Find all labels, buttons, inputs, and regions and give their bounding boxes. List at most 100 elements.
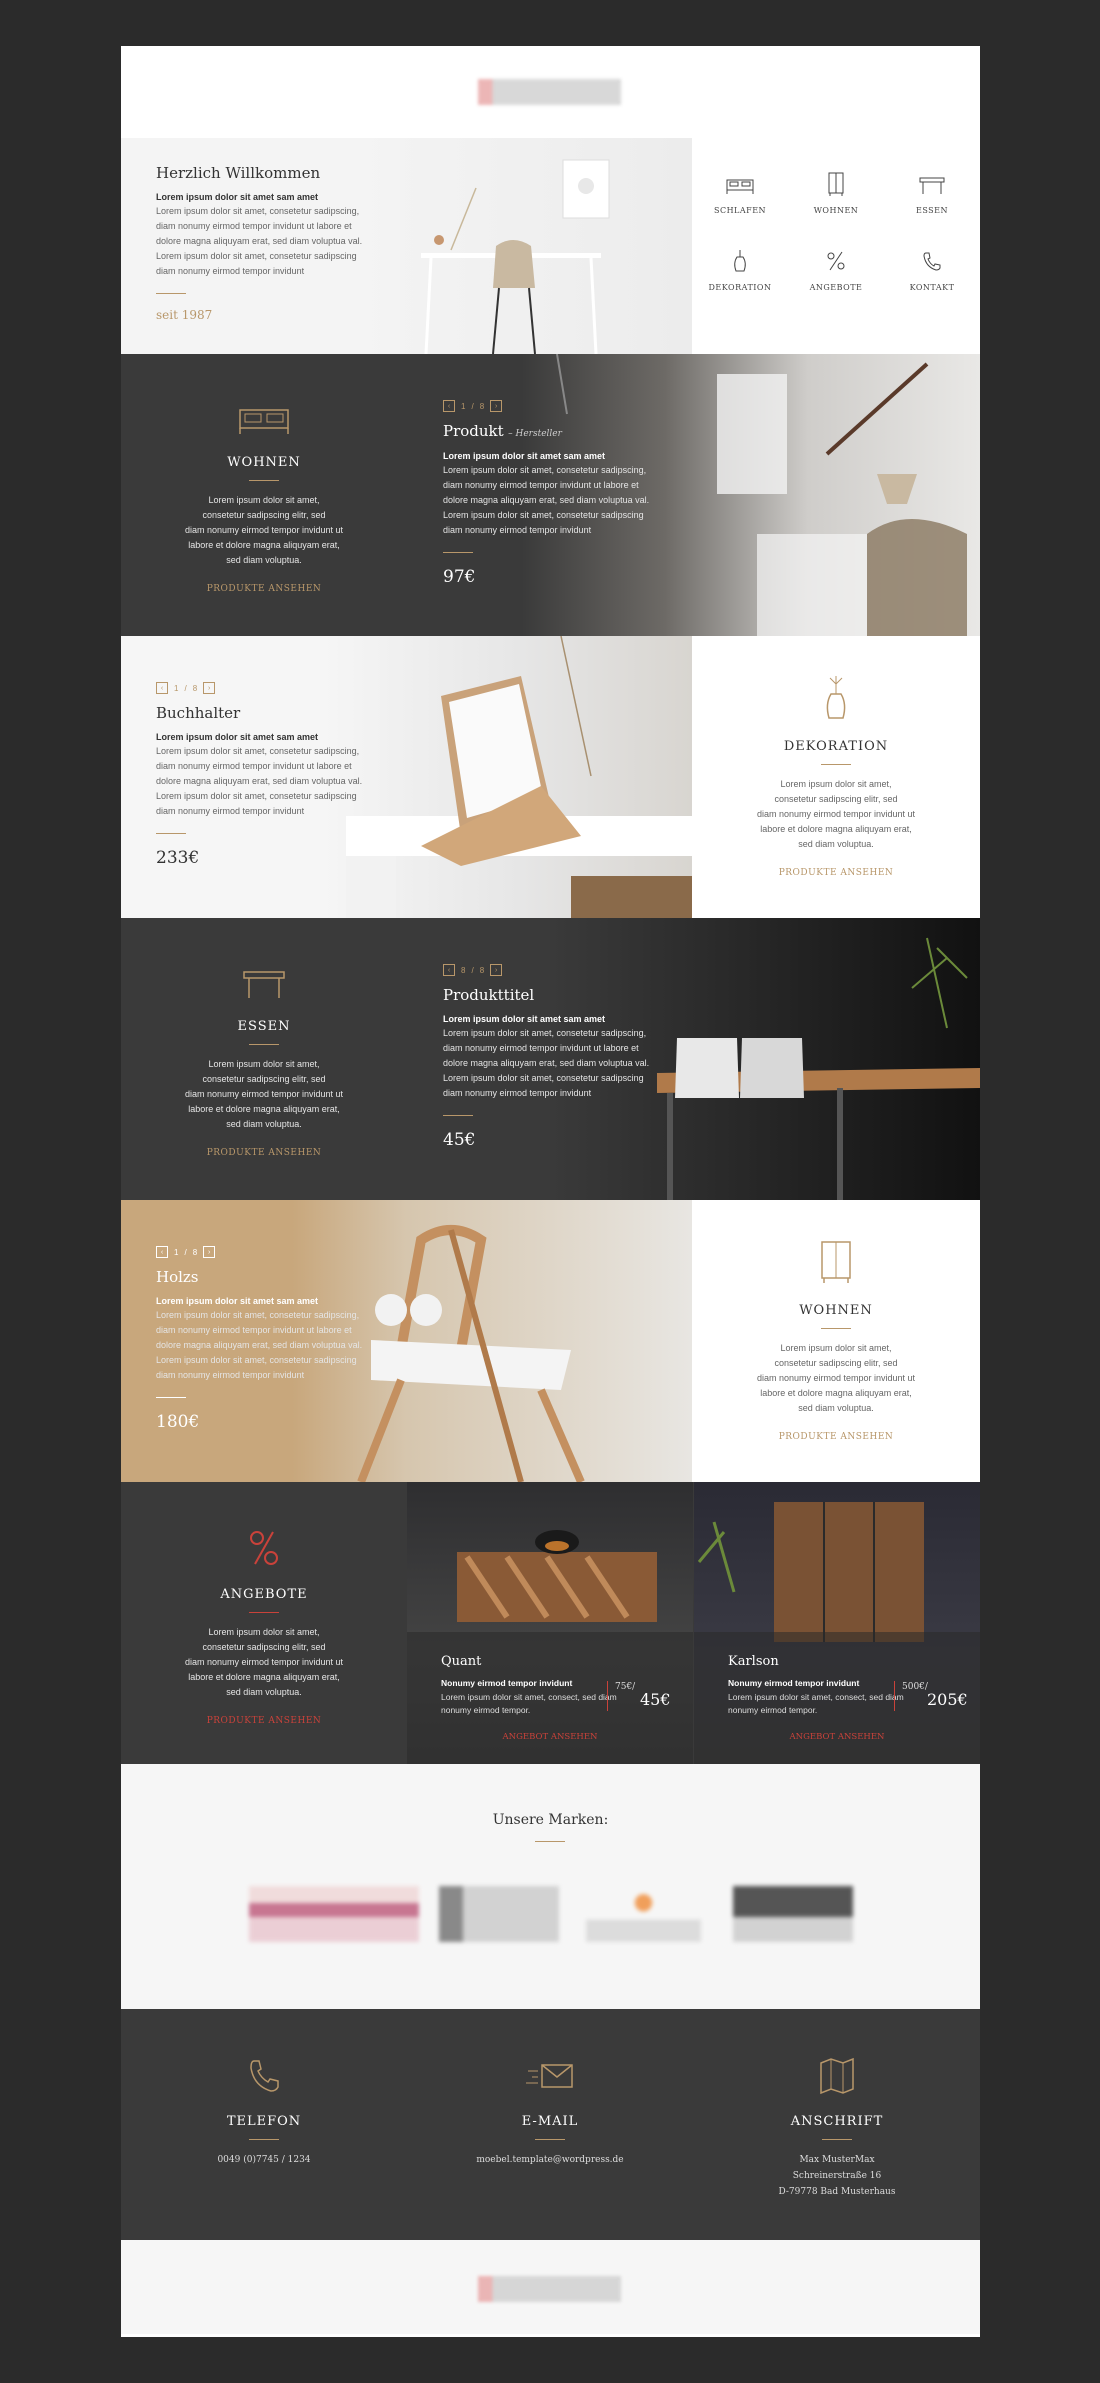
email-address[interactable]: moebel.template@wordpress.de bbox=[407, 2152, 693, 2168]
nav-item-dekoration[interactable]: DEKORATION bbox=[692, 249, 788, 292]
prev-arrow-icon[interactable]: ‹ bbox=[443, 964, 455, 976]
offer-card-quant[interactable]: Quant Nonumy eirmod tempor invidunt Lore… bbox=[407, 1482, 693, 1764]
text-line: dolore magna aliquyam erat, sed diam vol… bbox=[443, 1058, 650, 1068]
divider bbox=[249, 1044, 279, 1045]
category-body: Lorem ipsum dolor sit amet, consetetur sa… bbox=[741, 1341, 931, 1416]
text-line: Lorem ipsum dolor sit amet, consetetur s… bbox=[156, 206, 360, 216]
offer-body: Lorem ipsum dolor sit amet, consect, sed… bbox=[441, 1692, 617, 1715]
text-line: diam nonumy eirmod tempor invidunt ut la… bbox=[156, 221, 352, 231]
next-arrow-icon[interactable]: › bbox=[490, 400, 503, 412]
brand-logo-2[interactable] bbox=[439, 1886, 559, 1942]
category-title: ESSEN bbox=[237, 1019, 291, 1034]
text-line: diam nonumy eirmod tempor invidunt bbox=[156, 806, 305, 816]
prev-arrow-icon[interactable]: ‹ bbox=[156, 1246, 168, 1258]
divider bbox=[821, 1328, 851, 1329]
text-line: diam nonumy eirmod tempor invidunt bbox=[443, 525, 592, 535]
product-row-3: ESSEN Lorem ipsum dolor sit amet, consete… bbox=[121, 918, 980, 1200]
prev-arrow-icon[interactable]: ‹ bbox=[156, 682, 168, 694]
welcome-text: Herzlich Willkommen Lorem ipsum dolor si… bbox=[156, 164, 386, 322]
text-line: consetetur sadipscing elitr, sed bbox=[774, 1358, 898, 1368]
divider bbox=[249, 2139, 279, 2140]
table-icon bbox=[243, 971, 285, 998]
divider bbox=[822, 2139, 852, 2140]
divider bbox=[535, 1841, 565, 1842]
category-block-wohnen-2: WOHNEN Lorem ipsum dolor sit amet, conset… bbox=[692, 1240, 980, 1442]
page-total: 8 bbox=[479, 965, 485, 975]
nav-item-wohnen[interactable]: WOHNEN bbox=[788, 172, 884, 215]
wardrobe-icon bbox=[821, 1241, 851, 1283]
footer-logo[interactable] bbox=[478, 2276, 621, 2302]
category-block-essen: ESSEN Lorem ipsum dolor sit amet, consete… bbox=[121, 966, 407, 1158]
next-arrow-icon[interactable]: › bbox=[203, 682, 216, 694]
products-link[interactable]: PRODUKTE ANSEHEN bbox=[121, 1716, 407, 1726]
nav-item-angebote[interactable]: ANGEBOTE bbox=[788, 249, 884, 292]
category-block-dekoration: DEKORATION Lorem ipsum dolor sit amet, co… bbox=[692, 674, 980, 878]
text-line: sed diam voluptua. bbox=[226, 1119, 302, 1129]
product-lead: Lorem ipsum dolor sit amet sam amet bbox=[443, 451, 606, 461]
products-link[interactable]: PRODUKTE ANSEHEN bbox=[692, 868, 980, 878]
page-current: 1 bbox=[174, 683, 179, 693]
brand-logo-3[interactable] bbox=[586, 1886, 701, 1942]
next-arrow-icon[interactable]: › bbox=[490, 964, 503, 976]
product-price: 233€ bbox=[156, 848, 200, 868]
product-body: Lorem ipsum dolor sit amet, consetetur s… bbox=[156, 744, 386, 819]
offer-link[interactable]: ANGEBOT ANSEHEN bbox=[694, 1732, 980, 1742]
category-title: DEKORATION bbox=[783, 739, 889, 754]
product-info: ‹ 1/8 › Buchhalter Lorem ipsum dolor sit… bbox=[156, 682, 386, 868]
welcome-lead: Lorem ipsum dolor sit amet sam amet bbox=[156, 192, 319, 202]
text-line: consetetur sadipscing elitr, sed bbox=[202, 510, 326, 520]
new-price: 205€ bbox=[927, 1690, 968, 1709]
next-arrow-icon[interactable]: › bbox=[203, 1246, 216, 1258]
address-line: Schreinerstraße 16 bbox=[792, 2171, 882, 2181]
brand-logo-1[interactable] bbox=[249, 1886, 419, 1942]
offer-lead: Nonumy eirmod tempor invidunt bbox=[728, 1678, 860, 1688]
product-row-1: WOHNEN Lorem ipsum dolor sit amet, conset… bbox=[121, 354, 980, 636]
nav-item-schlafen[interactable]: SCHLAFEN bbox=[692, 172, 788, 215]
address-line: Max MusterMax bbox=[799, 2155, 875, 2165]
nav-item-kontakt[interactable]: KONTAKT bbox=[884, 249, 980, 292]
category-body: Lorem ipsum dolor sit amet, consetetur sa… bbox=[741, 777, 931, 852]
product-title: Holzs bbox=[156, 1268, 199, 1286]
product-body: Lorem ipsum dolor sit amet, consetetur s… bbox=[443, 463, 683, 538]
offer-link[interactable]: ANGEBOT ANSEHEN bbox=[407, 1732, 693, 1742]
product-info: ‹ 1/8 › Produkt – Hersteller Lorem ipsum… bbox=[443, 400, 683, 587]
page-total: 8 bbox=[192, 1247, 198, 1257]
divider bbox=[894, 1681, 895, 1711]
text-line: Lorem ipsum dolor sit amet, consetetur s… bbox=[156, 1355, 357, 1365]
product-body: Lorem ipsum dolor sit amet, consetetur s… bbox=[156, 1308, 386, 1383]
site-header bbox=[121, 46, 980, 138]
contact-section: TELEFON 0049 (0)7745 / 1234 E-MAIL moebe… bbox=[121, 2009, 980, 2240]
page-current: 1 bbox=[461, 401, 466, 411]
contact-title: E-MAIL bbox=[521, 2114, 579, 2129]
welcome-title: Herzlich Willkommen bbox=[156, 164, 321, 182]
brand-logo[interactable] bbox=[478, 79, 621, 105]
page-current: 1 bbox=[174, 1247, 179, 1257]
text-line: Lorem ipsum dolor sit amet, consetetur s… bbox=[443, 510, 644, 520]
text-line: consetetur sadipscing elitr, sed bbox=[774, 794, 898, 804]
text-line: dolore magna aliquyam erat, sed diam vol… bbox=[156, 236, 363, 246]
text-line: diam nonumy eirmod tempor invidunt ut bbox=[184, 1089, 344, 1099]
brand-logo-4[interactable] bbox=[733, 1886, 853, 1942]
divider bbox=[249, 480, 279, 481]
category-title: WOHNEN bbox=[799, 1303, 873, 1318]
products-link[interactable]: PRODUKTE ANSEHEN bbox=[692, 1432, 980, 1442]
text-line: diam nonumy eirmod tempor invidunt ut bbox=[184, 525, 344, 535]
product-title: Produkt bbox=[443, 422, 504, 440]
text-line: labore et dolore magna aliquyam erat, bbox=[760, 1388, 912, 1398]
divider bbox=[249, 1612, 279, 1613]
brands-title: Unsere Marken: bbox=[492, 1812, 609, 1828]
text-line: diam nonumy eirmod tempor invidunt bbox=[156, 266, 305, 276]
product-info: ‹ 1/8 › Holzs Lorem ipsum dolor sit amet… bbox=[156, 1246, 386, 1432]
products-link[interactable]: PRODUKTE ANSEHEN bbox=[121, 1148, 407, 1158]
offer-card-karlson[interactable]: Karlson Nonumy eirmod tempor invidunt Lo… bbox=[694, 1482, 980, 1764]
text-line: Lorem ipsum dolor sit amet, bbox=[208, 495, 320, 505]
text-line: diam nonumy eirmod tempor invidunt ut la… bbox=[443, 480, 639, 490]
percent-icon bbox=[827, 251, 845, 271]
welcome-body: Lorem ipsum dolor sit amet, consetetur s… bbox=[156, 204, 386, 279]
nav-item-essen[interactable]: ESSEN bbox=[884, 172, 980, 215]
prev-arrow-icon[interactable]: ‹ bbox=[443, 400, 455, 412]
nav-label: ANGEBOTE bbox=[809, 283, 863, 292]
products-link[interactable]: PRODUKTE ANSEHEN bbox=[121, 584, 407, 594]
phone-number[interactable]: 0049 (0)7745 / 1234 bbox=[121, 2152, 407, 2168]
product-info: ‹ 8/8 › Produkttitel Lorem ipsum dolor s… bbox=[443, 964, 683, 1150]
